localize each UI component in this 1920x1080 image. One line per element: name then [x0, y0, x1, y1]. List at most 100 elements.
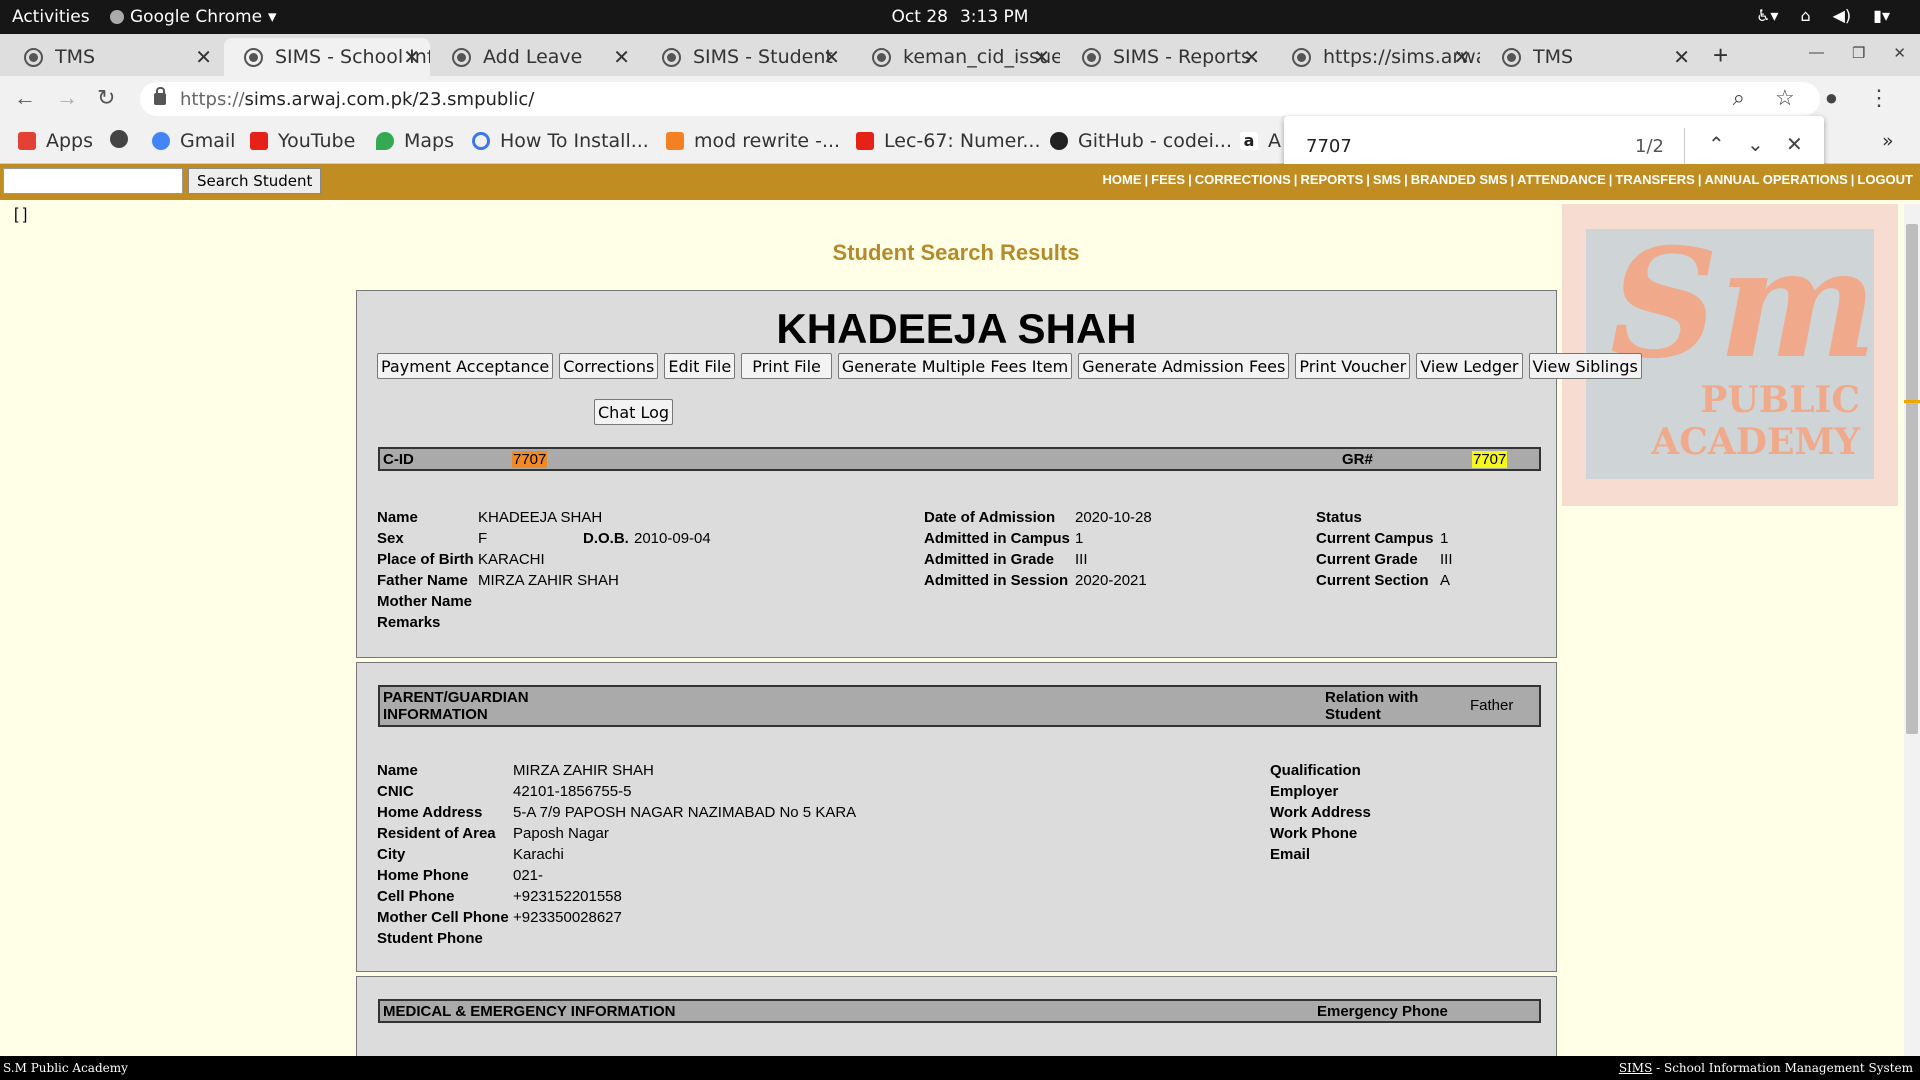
youtube-icon — [250, 132, 268, 150]
close-icon[interactable]: ✕ — [1673, 45, 1690, 69]
accessibility-icon[interactable]: ♿︎▾ — [1756, 6, 1778, 25]
minimize-icon[interactable]: — — [1809, 44, 1824, 62]
edit-file-button[interactable]: Edit File — [664, 353, 736, 379]
close-icon[interactable]: ✕ — [1453, 45, 1470, 69]
print-file-button[interactable]: Print File — [741, 353, 832, 379]
find-previous-icon[interactable]: ⌃ — [1708, 132, 1725, 156]
close-window-icon[interactable]: ✕ — [1893, 44, 1906, 62]
field-label: Admitted in Grade — [924, 551, 1055, 568]
reload-icon[interactable]: ↻ — [97, 85, 115, 111]
logo-line-1: PUBLIC — [1700, 379, 1860, 421]
restore-icon[interactable]: ❐ — [1852, 44, 1865, 62]
bookmark-label: GitHub - codei... — [1078, 130, 1232, 152]
view-ledger-button[interactable]: View Ledger — [1416, 353, 1523, 379]
tab-sims-student[interactable]: SIMS - Student ✕ — [642, 38, 850, 76]
footer-sims-link[interactable]: SIMS — [1619, 1061, 1652, 1075]
profile-icon[interactable]: ● — [1825, 85, 1838, 111]
system-top-bar: Activities Google Chrome ▾ Oct 28 3:13 PM … — [0, 0, 1920, 34]
logo-monogram: Sm — [1610, 216, 1878, 392]
menu-dots-icon[interactable]: ⋮ — [1868, 85, 1890, 111]
nav-home[interactable]: HOME — [1102, 172, 1141, 187]
bookmark-star-icon[interactable]: ☆ — [1775, 85, 1795, 111]
bookmark-amazon[interactable]: aA — [1240, 130, 1281, 152]
nav-reports[interactable]: REPORTS — [1300, 172, 1363, 187]
generate-admission-fees-button[interactable]: Generate Admission Fees — [1078, 353, 1290, 379]
view-siblings-button[interactable]: View Siblings — [1528, 353, 1642, 379]
field-label: Cell Phone — [377, 888, 455, 905]
bookmark-globe[interactable] — [110, 130, 128, 148]
search-student-button[interactable]: Search Student — [188, 168, 322, 194]
system-tray[interactable]: ♿︎▾ ⌂ ◀) ▮▾ — [1756, 6, 1890, 25]
nav-corrections[interactable]: CORRECTIONS — [1195, 172, 1291, 187]
emergency-phone-label: Emergency Phone — [1317, 1003, 1448, 1020]
close-icon[interactable]: ✕ — [613, 45, 630, 69]
close-icon[interactable]: ✕ — [1243, 45, 1260, 69]
maps-pin-icon — [376, 132, 394, 150]
find-next-icon[interactable]: ⌄ — [1747, 132, 1764, 156]
address-bar[interactable]: https://sims.arwaj.com.pk/23.smpublic/ — [140, 82, 1820, 116]
url-scheme: https:// — [180, 88, 245, 110]
nav-branded-sms[interactable]: BRANDED SMS — [1411, 172, 1508, 187]
nav-sms[interactable]: SMS — [1373, 172, 1401, 187]
find-close-icon[interactable]: ✕ — [1786, 132, 1803, 156]
find-icon[interactable]: ⌕ — [1733, 85, 1745, 111]
tab-tms-2[interactable]: TMS ✕ — [1482, 38, 1700, 76]
relation-label: Relation with Student — [1325, 689, 1419, 723]
nav-annual-operations[interactable]: ANNUAL OPERATIONS — [1705, 172, 1848, 187]
nav-logout[interactable]: LOGOUT — [1857, 172, 1913, 187]
footer-system-name: - School Information Management System — [1652, 1061, 1913, 1075]
field-label: Email — [1270, 846, 1311, 863]
forward-icon[interactable]: → — [56, 85, 78, 111]
payment-acceptance-button[interactable]: Payment Acceptance — [377, 353, 554, 379]
home-phone-value: 021- — [513, 867, 544, 884]
bookmark-gmail[interactable]: Gmail — [152, 130, 235, 152]
close-icon[interactable]: ✕ — [195, 45, 212, 69]
tab-tms[interactable]: TMS ✕ — [4, 38, 222, 76]
field-label: Status — [1316, 509, 1362, 526]
guardian-panel: PARENT/GUARDIAN INFORMATION Relation wit… — [356, 662, 1557, 972]
bookmark-mod-rewrite[interactable]: mod rewrite -... — [666, 130, 840, 152]
lock-icon[interactable] — [154, 87, 166, 105]
bookmark-youtube[interactable]: YouTube — [250, 130, 355, 152]
admitted-session-value: 2020-2021 — [1075, 572, 1147, 589]
close-icon[interactable]: ✕ — [823, 45, 840, 69]
bookmark-github[interactable]: GitHub - codei... — [1050, 130, 1232, 152]
field-label: Current Campus — [1316, 530, 1434, 547]
bookmark-lec-67[interactable]: Lec-67: Numer... — [856, 130, 1041, 152]
field-label: Home Address — [377, 804, 483, 821]
nav-attendance[interactable]: ATTENDANCE — [1517, 172, 1606, 187]
tab-keman-cid[interactable]: keman_cid_issue ✕ — [852, 38, 1060, 76]
bookmark-apps[interactable]: Apps — [18, 130, 93, 152]
close-icon[interactable]: ✕ — [403, 45, 420, 69]
generate-multiple-fees-button[interactable]: Generate Multiple Fees Item — [837, 353, 1073, 379]
tab-add-leave[interactable]: Add Leave ✕ — [432, 38, 640, 76]
tab-sims-reports[interactable]: SIMS - Reports ✕ — [1062, 38, 1270, 76]
student-search-input[interactable] — [3, 168, 183, 194]
bookmarks-overflow-icon[interactable]: » — [1882, 130, 1894, 152]
scrollbar-thumb[interactable] — [1906, 224, 1918, 734]
close-icon[interactable]: ✕ — [1033, 45, 1050, 69]
print-voucher-button[interactable]: Print Voucher — [1295, 353, 1411, 379]
bookmark-label: How To Install... — [500, 130, 649, 152]
chat-log-button[interactable]: Chat Log — [594, 399, 674, 425]
nav-fees[interactable]: FEES — [1151, 172, 1185, 187]
field-label: Name — [377, 762, 418, 779]
clock[interactable]: Oct 28 3:13 PM — [0, 7, 1920, 27]
bookmark-label: Gmail — [180, 130, 236, 152]
corrections-button[interactable]: Corrections — [559, 353, 659, 379]
tab-sims-school[interactable]: SIMS - School Information Management Sys… — [224, 38, 430, 76]
field-label: City — [377, 846, 406, 863]
find-input[interactable]: 7707 — [1306, 136, 1352, 157]
back-icon[interactable]: ← — [14, 85, 36, 111]
bookmark-how-to-install[interactable]: How To Install... — [472, 130, 649, 152]
page-scrollbar[interactable] — [1904, 204, 1920, 1056]
apps-grid-icon — [18, 132, 36, 150]
globe-icon — [24, 47, 43, 67]
globe-icon — [110, 130, 128, 148]
bookmark-maps[interactable]: Maps — [376, 130, 454, 152]
nav-transfers[interactable]: TRANSFERS — [1615, 172, 1694, 187]
tab-sims-arwaj[interactable]: https://sims.arwaj ✕ — [1272, 38, 1480, 76]
new-tab-button[interactable]: + — [1713, 40, 1728, 71]
url-text: sims.arwaj.com.pk/23.smpublic/ — [244, 88, 535, 110]
bookmark-label: mod rewrite -... — [694, 130, 841, 152]
